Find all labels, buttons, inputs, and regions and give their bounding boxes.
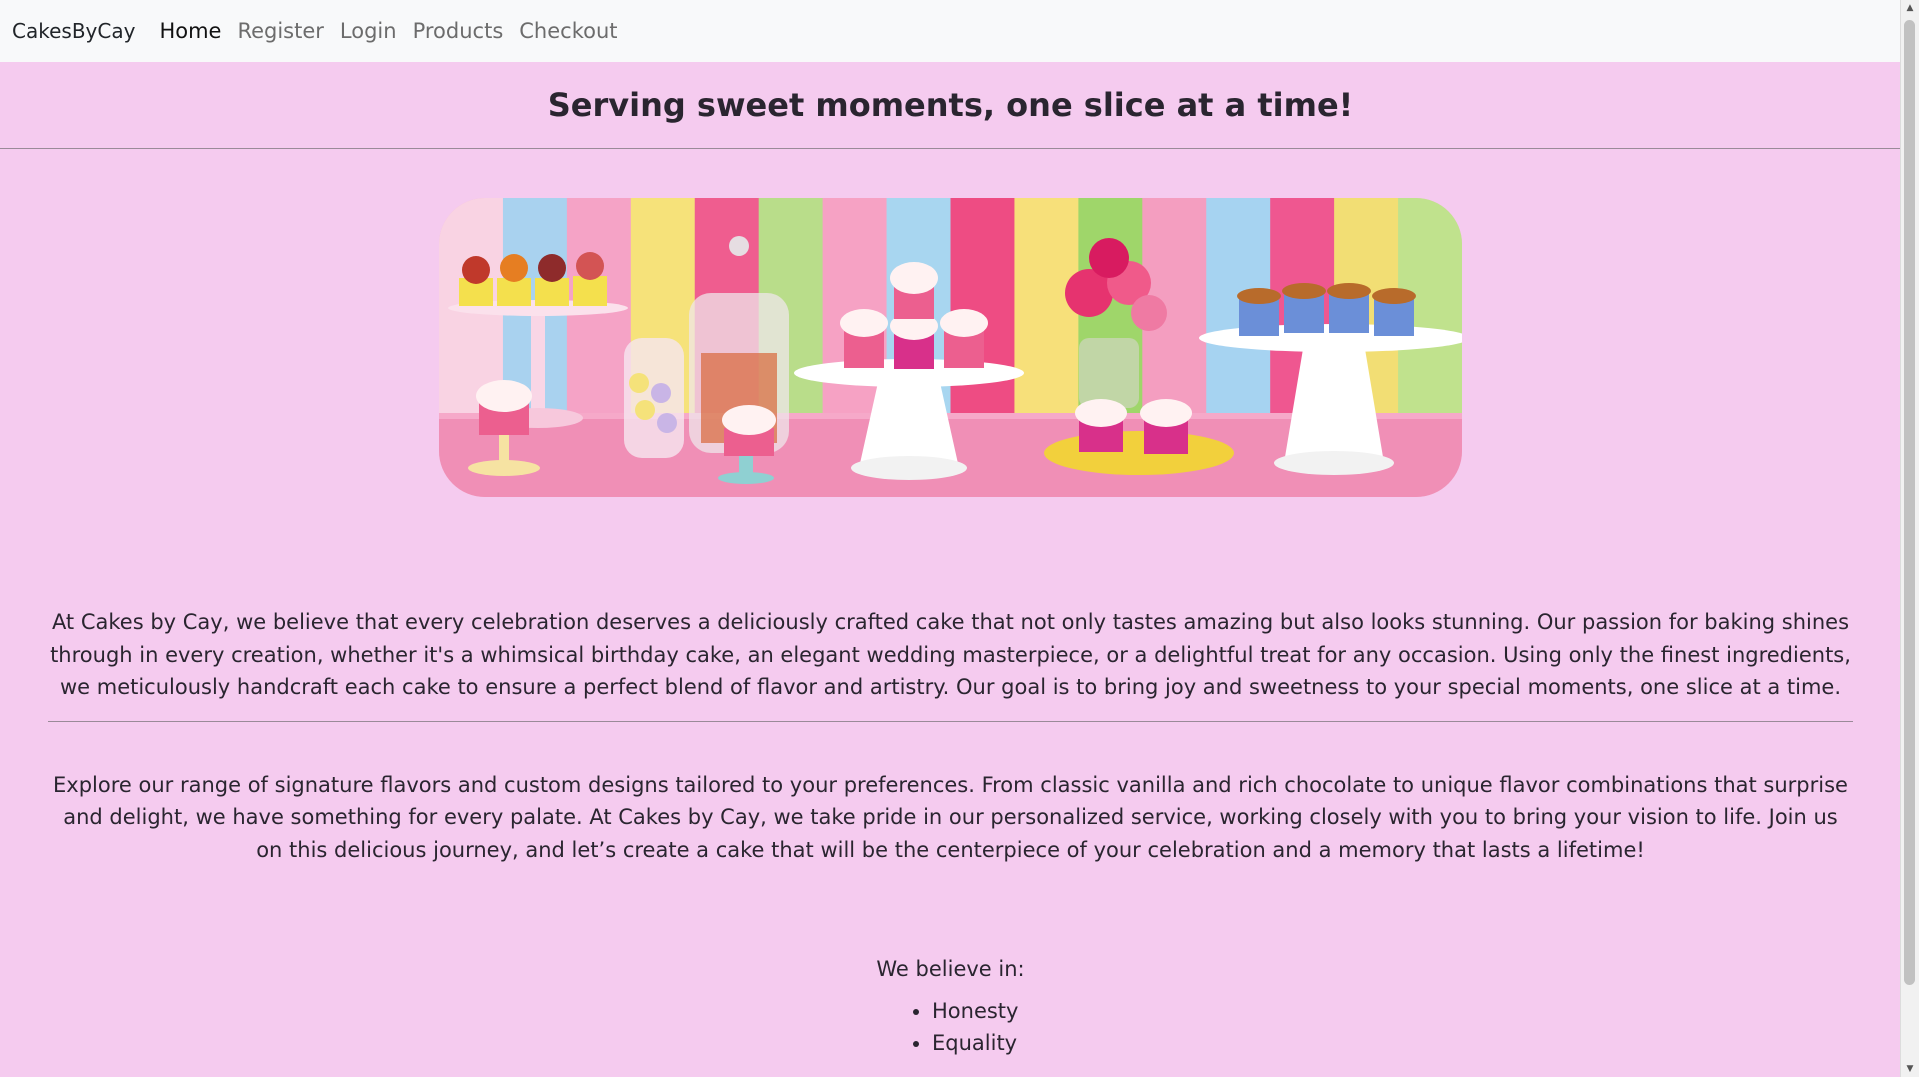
nav-link-register[interactable]: Register <box>237 19 323 43</box>
nav-link-login[interactable]: Login <box>340 19 397 43</box>
scroll-down-icon[interactable]: ▼ <box>1901 1061 1919 1077</box>
brand-link[interactable]: CakesByCay <box>12 19 135 43</box>
about-paragraph-1: At Cakes by Cay, we believe that every c… <box>50 610 1851 699</box>
vertical-scrollbar[interactable]: ▲ ▼ <box>1900 0 1919 1077</box>
scroll-up-icon[interactable]: ▲ <box>1901 0 1919 16</box>
navbar: CakesByCay Home Register Login Products … <box>0 0 1901 62</box>
list-item: Equality <box>932 1027 1901 1059</box>
about-paragraph-2: Explore our range of signature flavors a… <box>53 772 1848 862</box>
values-heading: We believe in: <box>876 957 1025 981</box>
nav-link-home[interactable]: Home <box>159 19 221 43</box>
page-title: Serving sweet moments, one slice at a ti… <box>547 86 1354 124</box>
scrollbar-thumb[interactable] <box>1904 20 1915 985</box>
cake-table-illustration <box>439 198 1462 497</box>
list-item: Honesty <box>932 995 1901 1027</box>
page-header: Serving sweet moments, one slice at a ti… <box>0 62 1901 149</box>
nav-link-checkout[interactable]: Checkout <box>519 19 617 43</box>
values-list: Honesty Equality <box>0 995 1901 1059</box>
nav-link-products[interactable]: Products <box>413 19 504 43</box>
hero-image <box>439 198 1462 497</box>
hero-container <box>0 198 1901 497</box>
section-divider <box>48 720 1853 722</box>
page: CakesByCay Home Register Login Products … <box>0 0 1901 1077</box>
